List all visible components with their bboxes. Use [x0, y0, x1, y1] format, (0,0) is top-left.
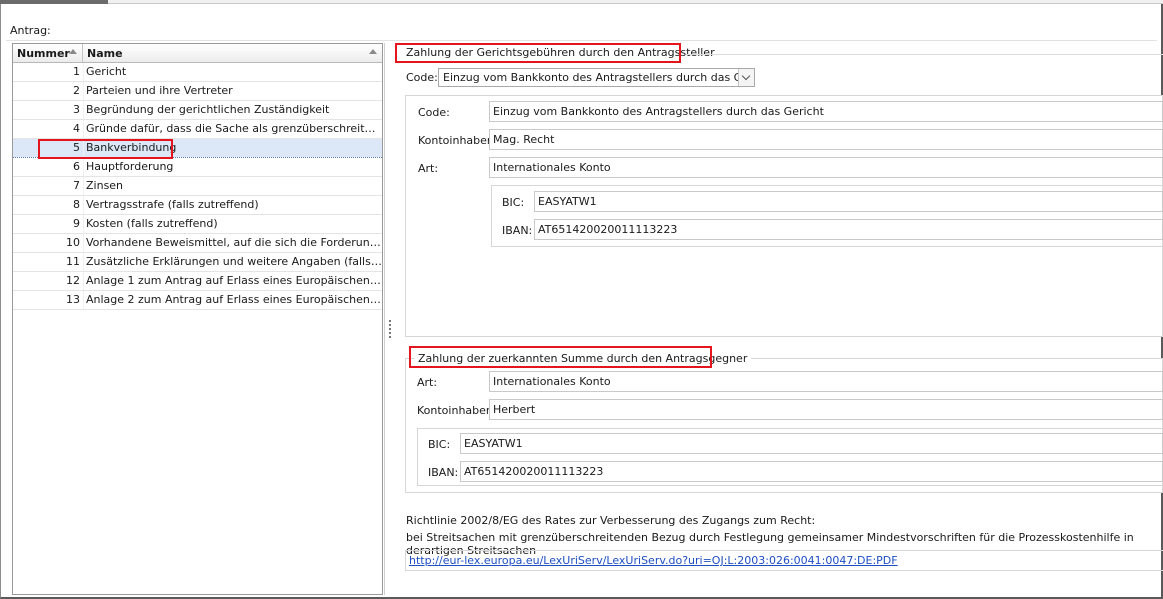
- code-select-label: Code:: [406, 71, 438, 84]
- awarded-iban-label: IBAN:: [428, 466, 459, 479]
- awarded-holder-field[interactable]: Herbert: [489, 399, 1163, 420]
- row-number: 9: [73, 217, 80, 230]
- row-name: Bankverbindung: [83, 139, 382, 157]
- column-header-number[interactable]: Nummer: [13, 44, 83, 62]
- table-row[interactable]: 9 Kosten (falls zutreffend): [13, 215, 382, 234]
- fees-holder-label: Kontoinhaber:: [418, 134, 495, 147]
- row-name: Anlage 2 zum Antrag auf Erlass eines Eur…: [83, 291, 382, 309]
- section-title-awarded: Zahlung der zuerkannten Summe durch den …: [414, 352, 752, 365]
- section-title-court-fees: Zahlung der Gerichtsgebühren durch den A…: [402, 46, 719, 59]
- row-name: Anlage 1 zum Antrag auf Erlass eines Eur…: [83, 272, 382, 290]
- row-name: Zusätzliche Erklärungen und weitere Anga…: [83, 253, 382, 271]
- section-line: [686, 54, 1163, 55]
- fees-type-field[interactable]: Internationales Konto: [489, 157, 1163, 178]
- row-number: 10: [66, 236, 80, 249]
- code-select[interactable]: Einzug vom Bankkonto des Antragstellers …: [438, 68, 755, 87]
- table-row[interactable]: 3 Begründung der gerichtlichen Zuständigk…: [13, 101, 382, 120]
- row-number: 7: [73, 179, 80, 192]
- pane-separator: [384, 43, 385, 595]
- code-select-value: Einzug vom Bankkonto des Antragstellers …: [443, 71, 755, 84]
- chevron-down-icon[interactable]: [738, 69, 754, 86]
- fees-holder-field[interactable]: Mag. Recht: [489, 129, 1163, 150]
- table-row[interactable]: 12 Anlage 1 zum Antrag auf Erlass eines E…: [13, 272, 382, 291]
- row-number: 8: [73, 198, 80, 211]
- table-row[interactable]: 5 Bankverbindung: [13, 139, 382, 158]
- table-row[interactable]: 4 Gründe dafür, dass die Sache als grenzü…: [13, 120, 382, 139]
- directive-title: Richtlinie 2002/8/EG des Rates zur Verbe…: [406, 514, 816, 527]
- directive-link-box: http://eur-lex.europa.eu/LexUriServ/LexU…: [405, 550, 1163, 571]
- fees-iban-label: IBAN:: [502, 224, 533, 237]
- row-name: Gründe dafür, dass die Sache als grenzüb…: [83, 120, 382, 138]
- row-name: Kosten (falls zutreffend): [83, 215, 382, 233]
- row-name: Vorhandene Beweismittel, auf die sich di…: [83, 234, 382, 252]
- fees-code-label: Code:: [418, 106, 450, 119]
- column-header-number-label: Nummer: [17, 47, 70, 60]
- row-number: 11: [66, 255, 80, 268]
- active-tab-indicator: [0, 0, 108, 4]
- table-row[interactable]: 13 Anlage 2 zum Antrag auf Erlass eines E…: [13, 291, 382, 310]
- top-toolbar-strip: [0, 0, 1163, 4]
- directive-link[interactable]: http://eur-lex.europa.eu/LexUriServ/LexU…: [409, 554, 898, 567]
- row-number: 5: [13, 139, 83, 157]
- row-number: 2: [73, 84, 80, 97]
- table-row[interactable]: 1 Gericht: [13, 63, 382, 82]
- table-row[interactable]: 8 Vertragsstrafe (falls zutreffend): [13, 196, 382, 215]
- sort-asc-icon: [369, 49, 377, 54]
- row-number: 4: [73, 122, 80, 135]
- awarded-type-field[interactable]: Internationales Konto: [489, 371, 1163, 392]
- fees-code-field[interactable]: Einzug vom Bankkonto des Antragstellers …: [489, 101, 1163, 122]
- grid-body: 1 Gericht 2 Parteien und ihre Vertreter 3 Beg…: [13, 63, 382, 310]
- column-header-name-label: Name: [87, 47, 123, 60]
- row-number: 13: [66, 293, 80, 306]
- table-row[interactable]: 6 Hauptforderung: [13, 158, 382, 177]
- awarded-bic-label: BIC:: [428, 438, 451, 451]
- table-row[interactable]: 11 Zusätzliche Erklärungen und weitere An…: [13, 253, 382, 272]
- row-name: Begründung der gerichtlichen Zuständigke…: [83, 101, 382, 119]
- table-row[interactable]: 10 Vorhandene Beweismittel, auf die sich …: [13, 234, 382, 253]
- table-row[interactable]: 7 Zinsen: [13, 177, 382, 196]
- awarded-holder-label: Kontoinhaber:: [417, 404, 494, 417]
- awarded-bic-field[interactable]: EASYATW1: [460, 433, 1163, 454]
- row-number: 6: [73, 160, 80, 173]
- row-name: Parteien und ihre Vertreter: [83, 82, 382, 100]
- fees-iban-field[interactable]: AT651420020011113223: [534, 219, 1163, 240]
- row-name: Hauptforderung: [83, 158, 382, 176]
- fees-bic-label: BIC:: [502, 196, 525, 209]
- table-row[interactable]: 2 Parteien und ihre Vertreter: [13, 82, 382, 101]
- row-number: 3: [73, 103, 80, 116]
- awarded-type-label: Art:: [417, 376, 438, 389]
- header-divider: [6, 40, 1157, 41]
- splitter-grip-icon[interactable]: [389, 320, 391, 340]
- row-number: 12: [66, 274, 80, 287]
- sort-asc-icon: [69, 49, 77, 54]
- column-header-name[interactable]: Name: [83, 44, 382, 62]
- form-label: Antrag:: [10, 24, 51, 37]
- fees-type-label: Art:: [418, 162, 439, 175]
- awarded-iban-field[interactable]: AT651420020011113223: [460, 461, 1163, 482]
- row-name: Zinsen: [83, 177, 382, 195]
- grid-header: Nummer Name: [13, 44, 382, 63]
- fees-bic-field[interactable]: EASYATW1: [534, 191, 1163, 212]
- row-name: Vertragsstrafe (falls zutreffend): [83, 196, 382, 214]
- row-number: 1: [73, 65, 80, 78]
- sections-grid[interactable]: Nummer Name 1 Gericht 2 Parteien und ihre V…: [12, 43, 383, 595]
- row-name: Gericht: [83, 63, 382, 81]
